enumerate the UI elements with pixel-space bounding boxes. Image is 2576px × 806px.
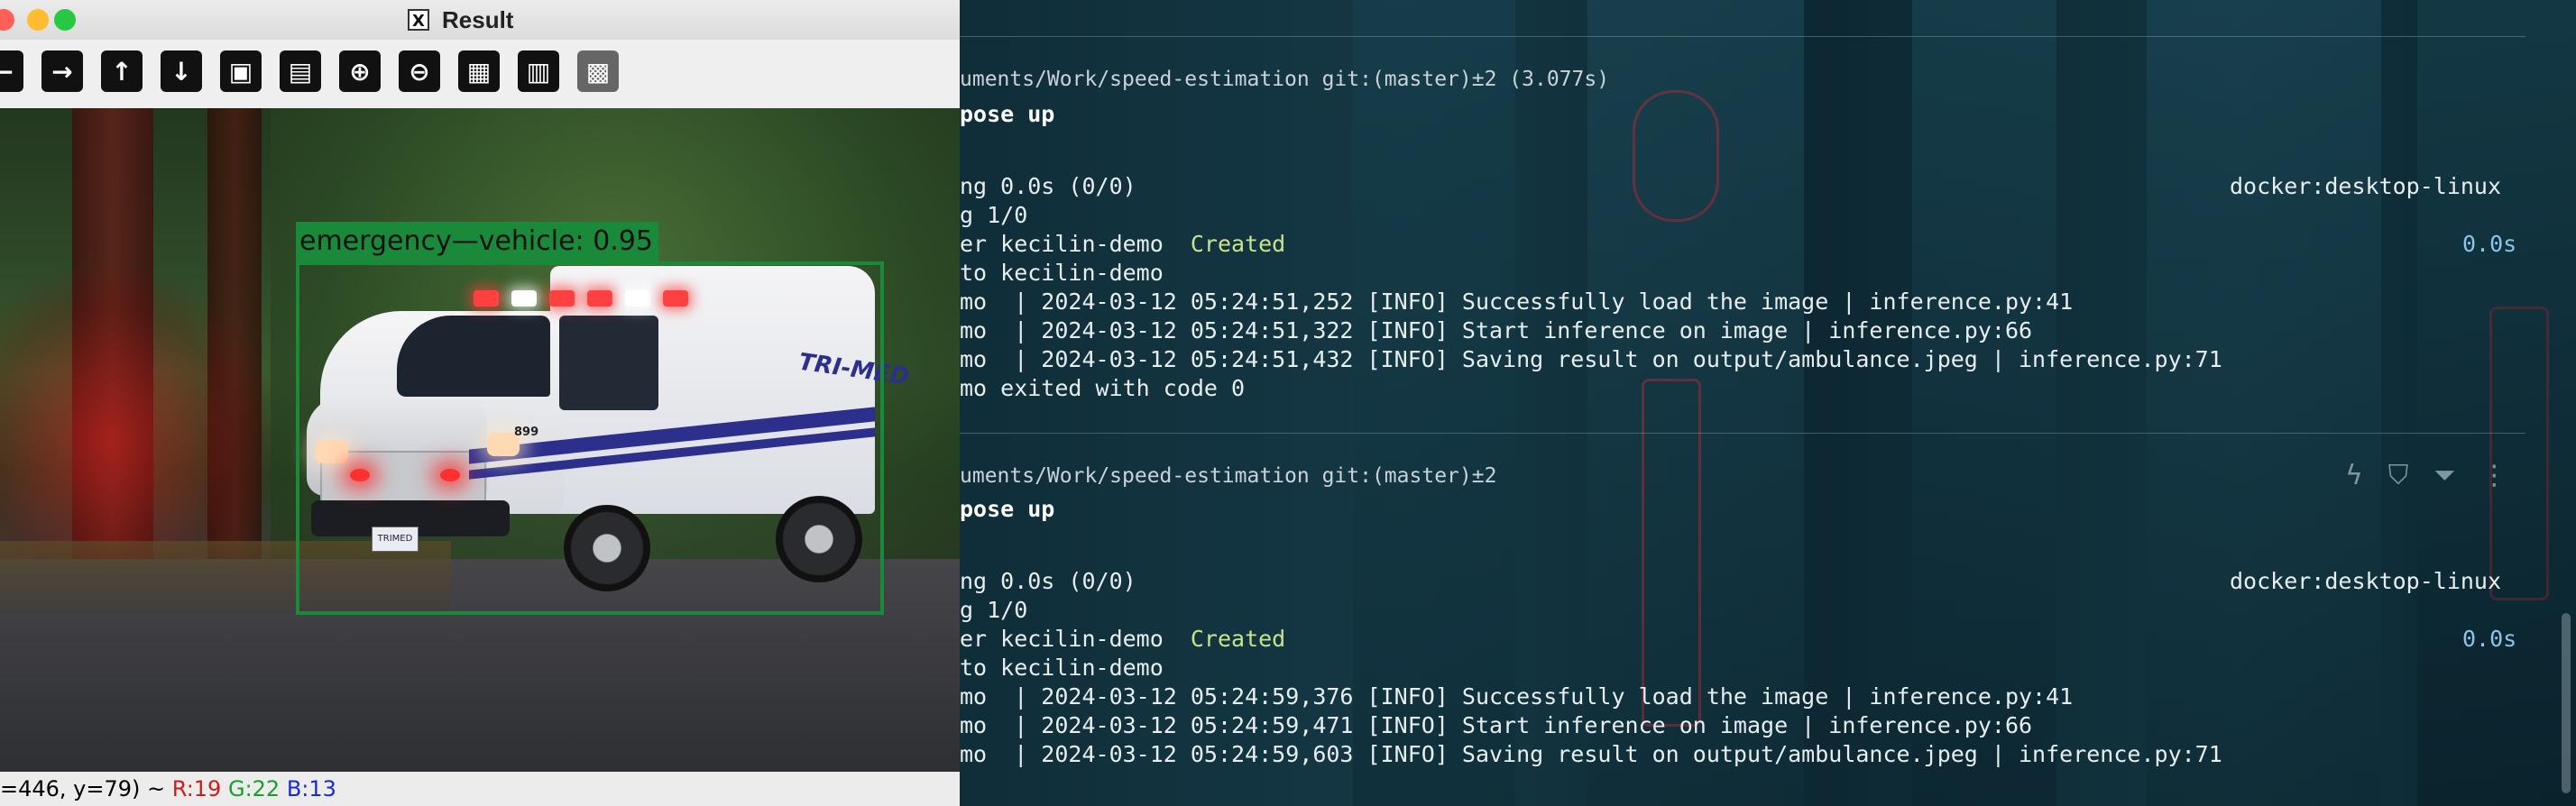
output-line: er kecilin-demo Created bbox=[960, 231, 1286, 257]
block-separator bbox=[902, 433, 2525, 434]
output-line: mo | 2024-03-12 05:24:51,432 [INFO] Savi… bbox=[960, 346, 2222, 372]
save-icon[interactable]: ▦ bbox=[458, 50, 500, 92]
status-created: Created bbox=[1190, 626, 1286, 652]
output-line: to kecilin-demo bbox=[960, 655, 1164, 681]
output-line: mo exited with code 0 bbox=[960, 375, 1246, 401]
clipboard-icon[interactable]: ▥ bbox=[518, 50, 559, 92]
zoom-in-icon[interactable]: ⊕ bbox=[339, 50, 381, 92]
wallpaper-neon-sign bbox=[2489, 307, 2549, 600]
output-line: ng 0.0s (0/0) bbox=[960, 173, 1136, 199]
arrow-up-icon[interactable]: ↑ bbox=[101, 50, 143, 92]
terminal-scrollbar[interactable] bbox=[2562, 613, 2571, 793]
minimize-button[interactable] bbox=[27, 9, 49, 31]
output-line: mo | 2024-03-12 05:24:51,252 [INFO] Succ… bbox=[960, 289, 2074, 315]
output-line: mo | 2024-03-12 05:24:59,471 [INFO] Star… bbox=[960, 712, 2033, 738]
output-line: mo | 2024-03-12 05:24:51,322 [INFO] Star… bbox=[960, 317, 2033, 343]
lightning-icon[interactable]: ϟ bbox=[2345, 460, 2363, 491]
bookmark-icon[interactable]: ⛉ bbox=[2388, 460, 2409, 491]
detection-label: emergency—vehicle: 0.95 bbox=[296, 222, 658, 261]
arrow-down-icon[interactable]: ↓ bbox=[161, 50, 202, 92]
wallpaper-neon-sign bbox=[1633, 90, 1719, 222]
output-context: docker:desktop-linux bbox=[2230, 173, 2502, 199]
output-line: to kecilin-demo bbox=[960, 260, 1164, 286]
detection-bounding-box bbox=[296, 261, 884, 615]
wallpaper-building bbox=[2147, 0, 2381, 806]
output-timing: 0.0s bbox=[2462, 626, 2517, 652]
output-timing: 0.0s bbox=[2462, 231, 2517, 257]
window-titlebar[interactable]: X Result bbox=[0, 0, 960, 41]
x11-app-icon: X bbox=[408, 9, 429, 31]
output-line: er kecilin-demo Created bbox=[960, 626, 1286, 652]
block-separator bbox=[902, 36, 2525, 37]
zoom-button[interactable] bbox=[54, 9, 76, 31]
close-button[interactable] bbox=[0, 9, 14, 31]
arrow-left-icon[interactable]: ← bbox=[0, 50, 23, 92]
result-window[interactable]: X Result ← → ↑ ↓ ▣ ▤ ⊕ ⊖ ▦ ▥ ▩ TRIMED TR… bbox=[0, 0, 960, 806]
window-title: Result bbox=[442, 6, 514, 33]
more-vertical-icon[interactable]: ⋮ bbox=[2480, 460, 2507, 491]
status-bar: =446, y=79) ~ R:19 G:22 B:13 bbox=[0, 772, 960, 806]
image-icon[interactable]: ▣ bbox=[220, 50, 262, 92]
status-created: Created bbox=[1190, 231, 1286, 257]
arrow-right-icon[interactable]: → bbox=[41, 50, 83, 92]
block-command: pose up bbox=[960, 496, 1055, 522]
pixel-green-value: G:22 bbox=[227, 776, 281, 801]
block-actions: ϟ ⛉ ⏷ ⋮ bbox=[2345, 460, 2507, 491]
result-image[interactable]: TRIMED TRI-MED 899 emergency—vehicle: 0.… bbox=[0, 108, 960, 772]
pixel-blue-value: B:13 bbox=[286, 776, 336, 801]
output-context: docker:desktop-linux bbox=[2230, 568, 2502, 594]
output-line: g 1/0 bbox=[960, 202, 1028, 228]
block-path: uments/Work/speed-estimation git:(master… bbox=[960, 68, 1610, 91]
terminal-window[interactable]: uments/Work/speed-estimation git:(master… bbox=[902, 0, 2576, 806]
ambulance: TRIMED TRI-MED 899 emergency—vehicle: 0.… bbox=[0, 108, 960, 772]
image-settings-icon[interactable]: ▤ bbox=[280, 50, 321, 92]
output-line: g 1/0 bbox=[960, 597, 1028, 623]
output-line: mo | 2024-03-12 05:24:59,603 [INFO] Savi… bbox=[960, 741, 2222, 767]
block-command: pose up bbox=[960, 101, 1055, 127]
cursor-coordinates: =446, y=79) ~ bbox=[0, 776, 172, 801]
block-path: uments/Work/speed-estimation git:(master… bbox=[960, 464, 1497, 488]
output-line: ng 0.0s (0/0) bbox=[960, 568, 1136, 594]
properties-icon[interactable]: ▩ bbox=[577, 50, 619, 92]
toolbar: ← → ↑ ↓ ▣ ▤ ⊕ ⊖ ▦ ▥ ▩ bbox=[0, 40, 960, 108]
wallpaper-neon-sign bbox=[1642, 379, 1701, 727]
filter-icon[interactable]: ⏷ bbox=[2433, 460, 2455, 491]
pixel-red-value: R:19 bbox=[171, 776, 222, 801]
output-line: mo | 2024-03-12 05:24:59,376 [INFO] Succ… bbox=[960, 683, 2074, 710]
zoom-out-icon[interactable]: ⊖ bbox=[399, 50, 440, 92]
